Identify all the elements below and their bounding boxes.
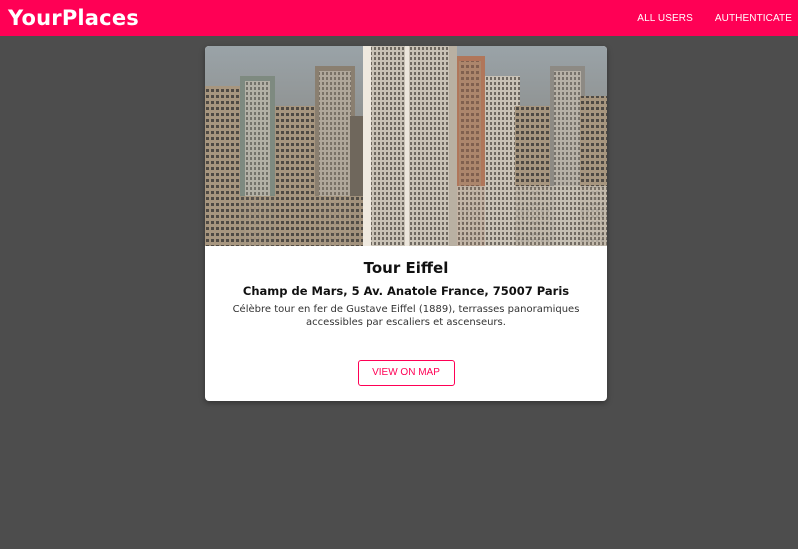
place-description: Célèbre tour en fer de Gustave Eiffel (1… bbox=[232, 304, 580, 328]
place-card: Tour Eiffel Champ de Mars, 5 Av. Anatole… bbox=[205, 46, 607, 401]
place-image bbox=[205, 46, 607, 246]
place-info: Tour Eiffel Champ de Mars, 5 Av. Anatole… bbox=[205, 246, 607, 329]
app-header: YourPlaces ALL USERS AUTHENTICATE bbox=[0, 0, 798, 36]
nav-authenticate[interactable]: AUTHENTICATE bbox=[715, 13, 792, 24]
place-actions: VIEW ON MAP bbox=[205, 360, 607, 386]
main-nav: ALL USERS AUTHENTICATE bbox=[637, 13, 792, 24]
place-address: Champ de Mars, 5 Av. Anatole France, 750… bbox=[242, 284, 570, 298]
view-on-map-button[interactable]: VIEW ON MAP bbox=[357, 360, 455, 386]
place-title: Tour Eiffel bbox=[363, 259, 449, 277]
app-logo[interactable]: YourPlaces bbox=[8, 6, 139, 30]
nav-all-users[interactable]: ALL USERS bbox=[637, 13, 693, 24]
